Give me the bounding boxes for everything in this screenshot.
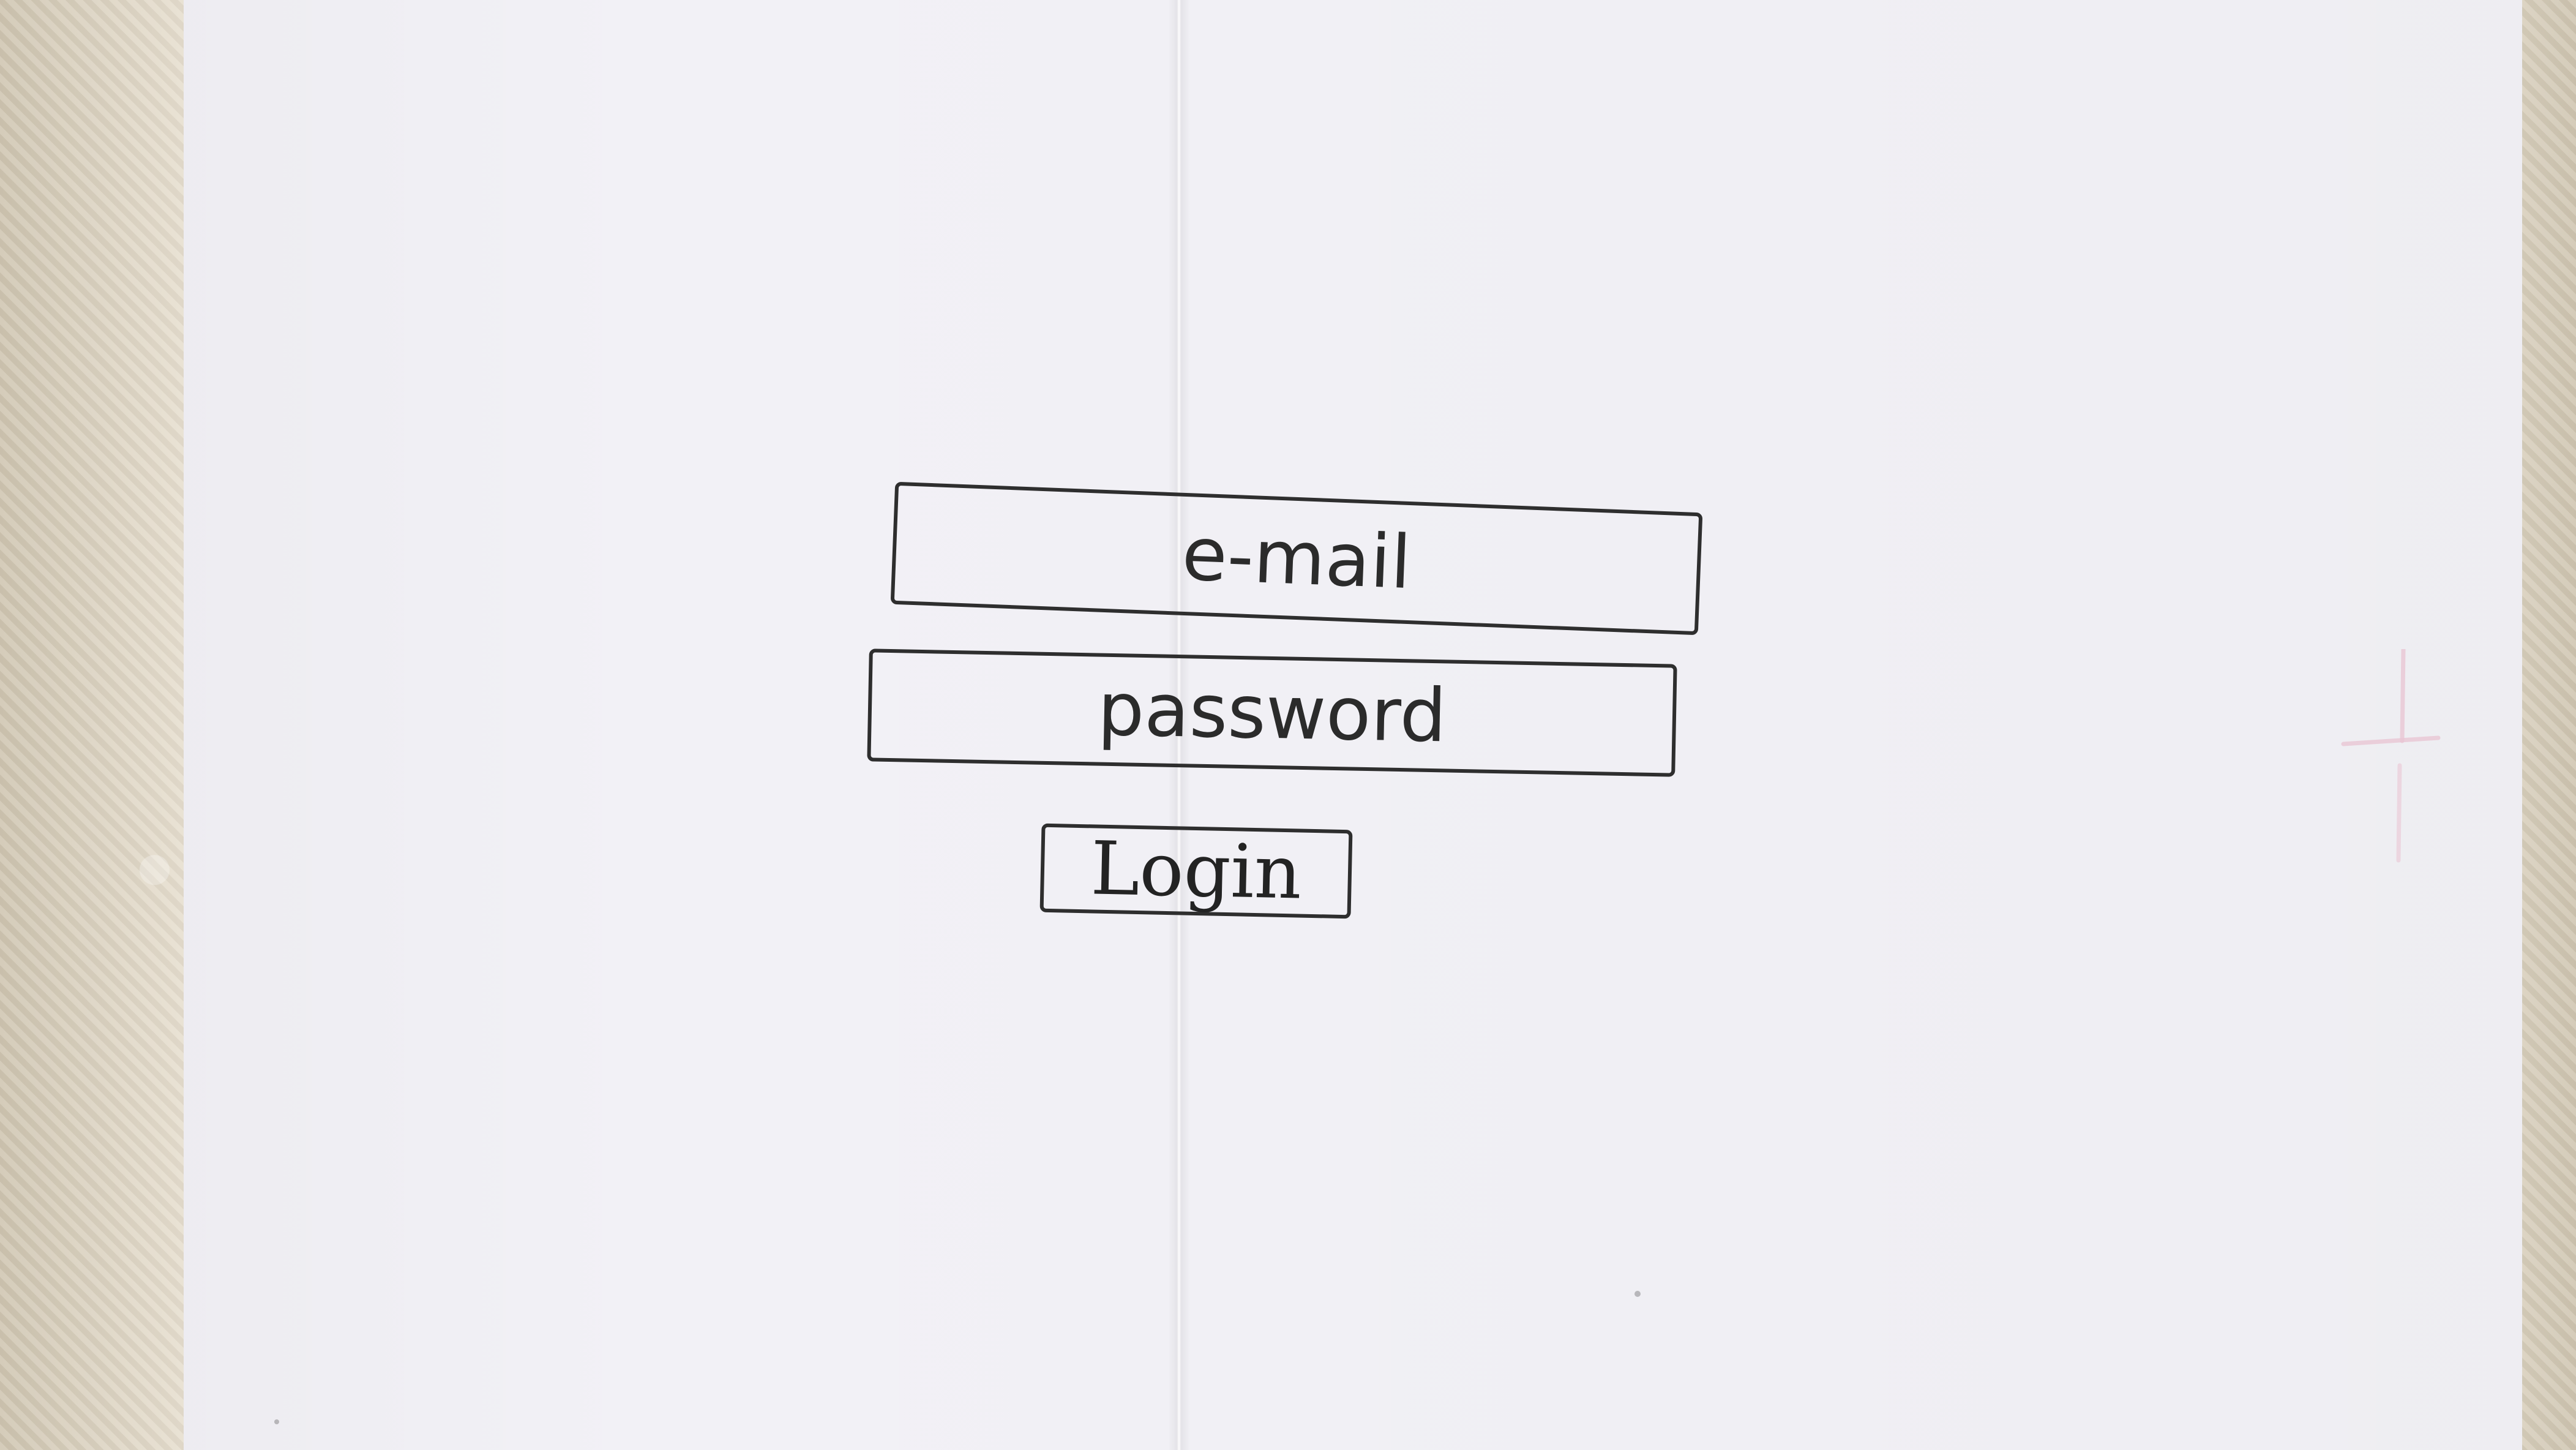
paper-mark <box>274 1419 279 1424</box>
password-input[interactable] <box>871 652 1674 773</box>
faint-pink-marks <box>2341 649 2441 863</box>
password-field[interactable] <box>867 648 1677 777</box>
login-button[interactable]: Login <box>1039 823 1353 919</box>
paper-mark <box>1634 1291 1641 1297</box>
